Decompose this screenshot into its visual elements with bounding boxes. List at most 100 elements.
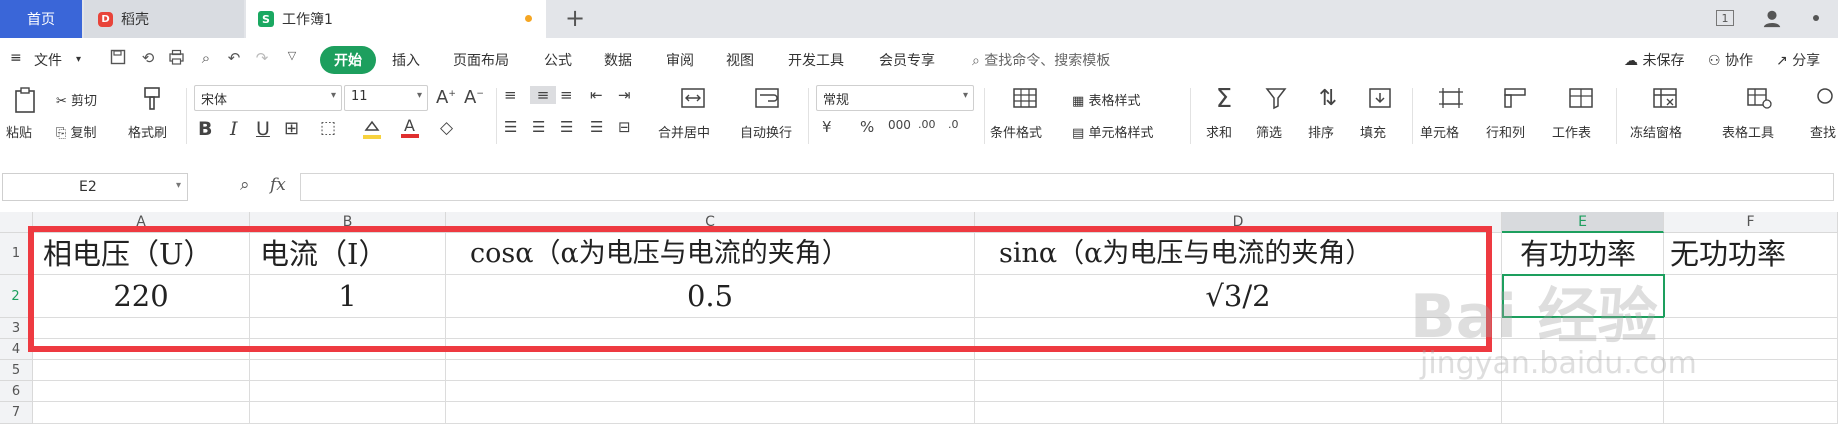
font-name-select[interactable]: 宋体 ▾ xyxy=(194,85,342,111)
tab-data[interactable]: 数据 xyxy=(604,50,632,70)
tab-insert[interactable]: 插入 xyxy=(392,50,420,70)
tab-home[interactable]: 首页 xyxy=(0,0,82,38)
align-right-icon[interactable]: ☰ xyxy=(560,118,573,136)
justify-icon[interactable]: ☰ xyxy=(590,118,603,136)
align-center-icon[interactable]: ☰ xyxy=(532,118,545,136)
row-header-5[interactable]: 5 xyxy=(0,360,33,381)
tab-formulas[interactable]: 公式 xyxy=(544,50,572,70)
tab-page-layout[interactable]: 页面布局 xyxy=(453,50,509,70)
tab-review[interactable]: 审阅 xyxy=(666,50,694,70)
cell-empty[interactable] xyxy=(33,360,250,381)
row-header-7[interactable]: 7 xyxy=(0,402,33,424)
chevron-down-icon[interactable]: ▾ xyxy=(76,54,81,65)
col-header-c[interactable]: C xyxy=(446,212,975,233)
increase-font-icon[interactable]: A+ xyxy=(436,87,456,108)
cell-empty[interactable] xyxy=(33,381,250,402)
italic-icon[interactable]: I xyxy=(230,118,238,140)
increase-decimal-icon[interactable]: .00 xyxy=(918,118,936,131)
tab-daoke[interactable]: D 稻壳 xyxy=(84,0,244,38)
sort-icon[interactable]: ⇅ xyxy=(1314,86,1342,111)
col-header-d[interactable]: D xyxy=(975,212,1502,233)
decrease-decimal-icon[interactable]: .0 xyxy=(948,118,959,131)
zoom-icon[interactable]: ⌕ xyxy=(240,175,250,195)
col-header-f[interactable]: F xyxy=(1664,212,1838,233)
cell-empty[interactable] xyxy=(446,339,975,360)
cell-b2[interactable]: 1 xyxy=(250,275,446,318)
decrease-font-icon[interactable]: A− xyxy=(464,87,484,108)
merge-center-icon[interactable] xyxy=(678,86,708,115)
col-header-e[interactable]: E xyxy=(1502,212,1664,233)
paste-icon[interactable] xyxy=(12,86,40,119)
cells-button[interactable]: 单元格 xyxy=(1420,122,1459,141)
table-tools-icon[interactable] xyxy=(1744,86,1774,115)
rows-cols-icon[interactable] xyxy=(1500,86,1530,115)
font-color-icon[interactable]: A xyxy=(400,116,420,144)
cells-icon[interactable] xyxy=(1436,86,1466,115)
cell-empty[interactable] xyxy=(1664,318,1838,339)
worksheet-icon[interactable] xyxy=(1566,86,1596,115)
search-box[interactable]: ⌕ 查找命令、搜索模板 xyxy=(972,50,1110,70)
find-icon[interactable] xyxy=(1812,86,1836,115)
cell-a1[interactable]: 相电压（U） xyxy=(33,233,250,275)
indent-decrease-icon[interactable]: ⇤ xyxy=(590,86,603,104)
row-header-2[interactable]: 2 xyxy=(0,275,33,318)
align-left-icon[interactable]: ☰ xyxy=(504,118,517,136)
cell-empty[interactable] xyxy=(250,339,446,360)
hamburger-icon[interactable]: ≡ xyxy=(10,50,22,66)
sum-button[interactable]: 求和 xyxy=(1206,122,1232,141)
page-indicator[interactable]: 1 xyxy=(1716,10,1734,26)
cut-button[interactable]: ✂ 剪切 xyxy=(56,90,97,109)
rows-cols-button[interactable]: 行和列 xyxy=(1486,122,1525,141)
settings-dots-icon[interactable] xyxy=(1806,8,1826,28)
cell-empty[interactable] xyxy=(446,360,975,381)
collaborate-button[interactable]: ⚇ 协作 xyxy=(1708,50,1753,70)
fill-color-icon[interactable] xyxy=(362,118,382,144)
add-tab-button[interactable]: + xyxy=(565,4,585,32)
cell-empty[interactable] xyxy=(1502,402,1664,424)
number-format-select[interactable]: 常规 ▾ xyxy=(816,85,974,111)
table-style-button[interactable]: ▦ 表格样式 xyxy=(1072,90,1140,109)
indent-increase-icon[interactable]: ⇥ xyxy=(618,86,631,104)
menu-file[interactable]: 文件 xyxy=(34,50,62,70)
filter-icon[interactable] xyxy=(1262,86,1290,115)
underline-icon[interactable]: U xyxy=(256,118,270,140)
select-all-corner[interactable] xyxy=(0,212,33,233)
clear-format-icon[interactable]: ◇ xyxy=(440,118,453,138)
fill-down-icon[interactable] xyxy=(1366,86,1394,115)
cell-f2[interactable] xyxy=(1664,275,1838,318)
share-button[interactable]: ↗ 分享 xyxy=(1776,50,1820,70)
tab-view[interactable]: 视图 xyxy=(726,50,754,70)
customize-chevron-icon[interactable]: ▽ xyxy=(282,49,302,69)
row-header-3[interactable]: 3 xyxy=(0,318,33,339)
conditional-format-icon[interactable] xyxy=(1010,86,1040,115)
border-icon[interactable]: ⊞ xyxy=(284,118,299,139)
undo-icon[interactable]: ↶ xyxy=(224,49,244,69)
wrap-text-button[interactable]: 自动换行 xyxy=(740,122,792,141)
wrap-text-icon[interactable] xyxy=(752,86,782,115)
tab-workbook[interactable]: S 工作簿1 xyxy=(246,0,546,38)
percent-icon[interactable]: % xyxy=(860,118,874,136)
col-header-b[interactable]: B xyxy=(250,212,446,233)
cell-empty[interactable] xyxy=(975,381,1502,402)
print-preview-icon[interactable]: ⌕ xyxy=(196,49,216,69)
cell-c2[interactable]: 0.5 xyxy=(446,275,975,318)
formula-input[interactable] xyxy=(300,173,1834,201)
cell-empty[interactable] xyxy=(33,318,250,339)
table-tools-button[interactable]: 表格工具 xyxy=(1722,122,1774,141)
name-box[interactable]: E2 ▾ xyxy=(2,173,188,201)
redo-icon[interactable]: ↷ xyxy=(252,49,272,69)
col-header-a[interactable]: A xyxy=(33,212,250,233)
find-button[interactable]: 查找 xyxy=(1810,122,1836,141)
paste-button[interactable]: 粘贴 xyxy=(6,122,32,141)
save-icon[interactable] xyxy=(108,49,128,69)
align-bottom-icon[interactable]: ≡ xyxy=(560,86,573,104)
tab-start[interactable]: 开始 xyxy=(320,46,376,74)
cell-empty[interactable] xyxy=(250,381,446,402)
align-top-icon[interactable]: ≡ xyxy=(504,86,517,104)
currency-icon[interactable]: ¥ xyxy=(822,118,832,136)
cell-empty[interactable] xyxy=(446,318,975,339)
merge-center-button[interactable]: 合并居中 xyxy=(658,122,710,141)
format-painter-icon[interactable] xyxy=(138,86,166,117)
cell-empty[interactable] xyxy=(446,402,975,424)
print-icon[interactable] xyxy=(166,49,186,69)
